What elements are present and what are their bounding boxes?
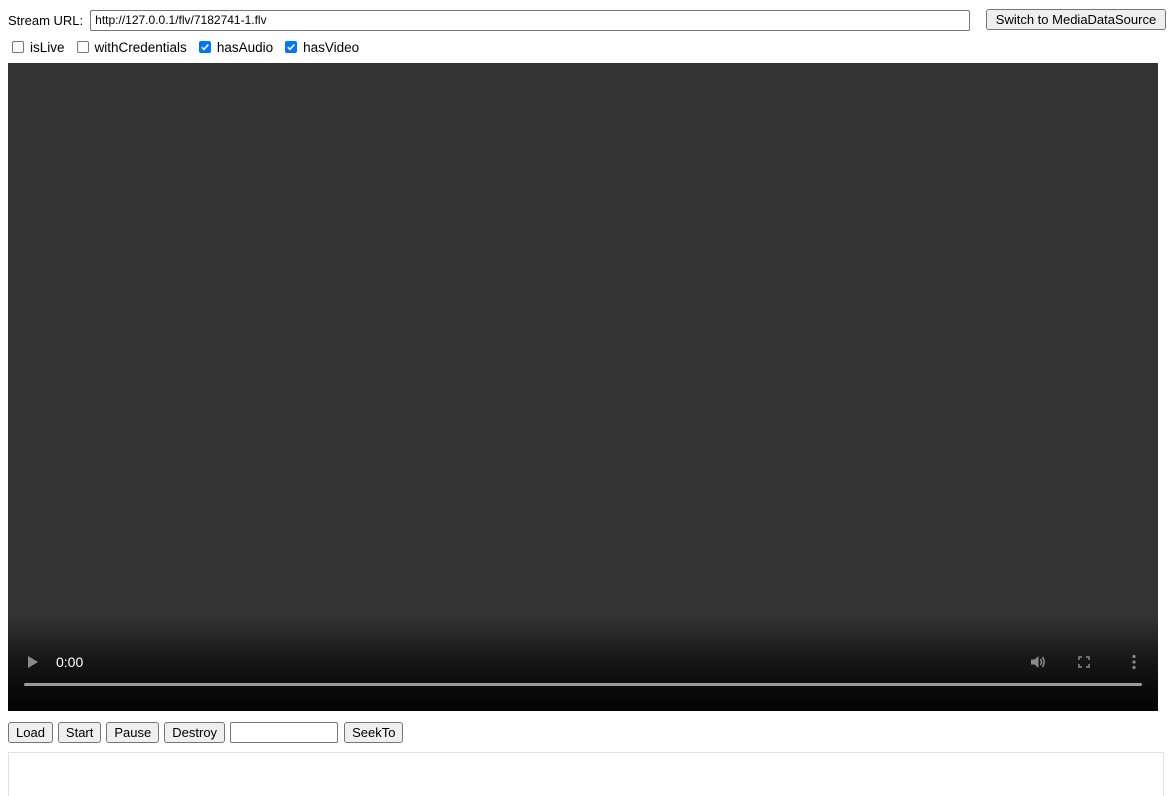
more-vert-icon[interactable] — [1126, 652, 1142, 672]
stream-url-label: Stream URL: — [8, 12, 84, 28]
seekto-button[interactable]: SeekTo — [344, 721, 404, 743]
option-hasaudio[interactable]: hasAudio — [195, 40, 273, 55]
pause-button[interactable]: Pause — [106, 721, 160, 743]
hasvideo-checkbox[interactable] — [285, 41, 298, 53]
volume-icon[interactable] — [1028, 652, 1048, 672]
option-hasvideo[interactable]: hasVideo — [281, 40, 359, 55]
hasaudio-checkbox[interactable] — [198, 41, 211, 53]
option-islive[interactable]: isLive — [8, 40, 65, 55]
play-icon[interactable] — [24, 653, 42, 671]
islive-label: isLive — [30, 39, 65, 55]
seek-input[interactable] — [230, 721, 339, 743]
start-button[interactable]: Start — [57, 721, 102, 743]
option-withcredentials[interactable]: withCredentials — [73, 40, 187, 55]
current-time: 0:00 — [56, 654, 84, 670]
load-button[interactable]: Load — [8, 721, 53, 743]
video-player[interactable]: 0:00 — [8, 63, 1158, 711]
progress-bar[interactable] — [24, 683, 1142, 686]
hasvideo-label: hasVideo — [303, 39, 360, 55]
options-row: isLive withCredentials hasAudio hasVideo — [8, 37, 367, 57]
withcredentials-label: withCredentials — [94, 39, 187, 55]
check-icon — [287, 44, 295, 51]
action-row: Load Start Pause Destroy SeekTo — [8, 721, 408, 743]
hasaudio-label: hasAudio — [216, 39, 274, 55]
switch-media-source-button[interactable]: Switch to MediaDataSource — [986, 9, 1166, 30]
islive-checkbox[interactable] — [12, 41, 24, 53]
video-controls: 0:00 — [8, 621, 1158, 711]
fullscreen-icon[interactable] — [1074, 652, 1094, 672]
page: Stream URL: Switch to MediaDataSource is… — [0, 0, 1173, 796]
check-icon — [201, 44, 209, 51]
stream-url-input[interactable] — [90, 9, 971, 31]
withcredentials-checkbox[interactable] — [76, 41, 89, 53]
log-textarea[interactable] — [8, 752, 1164, 796]
stream-url-row: Stream URL: Switch to MediaDataSource — [8, 9, 1166, 31]
destroy-button[interactable]: Destroy — [164, 721, 226, 743]
